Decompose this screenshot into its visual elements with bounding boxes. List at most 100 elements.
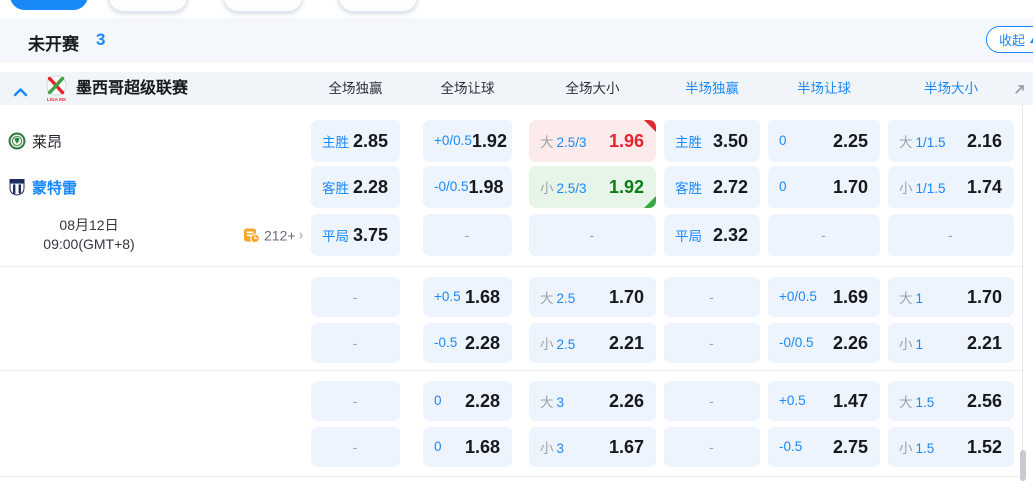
odds-cell[interactable]: +0.5 1.47 <box>768 381 880 421</box>
column-header[interactable]: 半场让球 <box>768 72 880 105</box>
odds-cell[interactable]: - <box>423 214 512 256</box>
odds-empty-dash: - <box>352 393 358 409</box>
odds-value: 2.28 <box>352 176 388 197</box>
odds-cell[interactable]: +0/0.5 1.92 <box>423 120 512 162</box>
odds-cell[interactable]: 0 2.25 <box>768 120 880 162</box>
pin-arrow-icon[interactable] <box>1014 82 1026 100</box>
odds-cell[interactable]: 小 2.5 2.21 <box>529 323 656 363</box>
odds-cell[interactable]: - <box>311 323 400 363</box>
odds-cell[interactable]: 小 3 1.67 <box>529 427 656 467</box>
odds-row: - -0.5 2.28 小 2.5 2.21- -0/0.5 2.26 小 1 2.21 <box>0 323 1033 363</box>
odds-cell[interactable]: - <box>664 381 760 421</box>
odds-cell[interactable]: 大 3 2.26 <box>529 381 656 421</box>
odds-value: 2.21 <box>608 332 644 353</box>
odds-empty-dash: - <box>709 335 714 351</box>
top-tab-pill[interactable] <box>223 0 303 12</box>
odds-cell[interactable]: -0.5 2.75 <box>768 427 880 467</box>
odds-cell[interactable]: - <box>311 381 400 421</box>
odds-handicap-label: 0 <box>434 392 442 410</box>
column-header[interactable]: 全场独赢 <box>311 72 400 105</box>
section-divider <box>0 266 1022 267</box>
odds-line-label: 2.5/3 <box>556 180 587 196</box>
collapse-button-label: 收起 <box>999 33 1026 48</box>
odds-cell[interactable]: -0/0.5 2.26 <box>768 323 880 363</box>
odds-empty-dash: - <box>352 289 358 305</box>
odds-handicap-label: +0/0.5 <box>434 132 472 150</box>
odds-cell[interactable]: - <box>664 277 760 317</box>
odds-empty-dash: - <box>709 439 714 455</box>
column-header[interactable]: 半场独赢 <box>664 72 760 105</box>
odds-cell[interactable]: +0.5 1.68 <box>423 277 512 317</box>
odds-line-label: -0.5 <box>779 439 803 454</box>
odds-cell[interactable]: 0 1.70 <box>768 166 880 208</box>
odds-cell[interactable]: - <box>888 214 1014 256</box>
odds-cell[interactable]: 主胜 2.85 <box>311 120 400 162</box>
column-header[interactable]: 全场让球 <box>423 72 512 105</box>
odds-cell[interactable]: 大 1 1.70 <box>888 277 1014 317</box>
odds-value: 3.50 <box>712 130 748 151</box>
odds-cell[interactable]: 平局 2.32 <box>664 214 760 256</box>
home-team: 莱昂 <box>8 120 62 162</box>
top-tab-pill-active[interactable] <box>10 0 88 10</box>
odds-value: 2.28 <box>464 390 500 411</box>
column-header[interactable]: 全场大小 <box>529 72 656 105</box>
odds-cell[interactable]: - <box>529 214 656 256</box>
odds-cell[interactable]: 小 1.5 1.52 <box>888 427 1014 467</box>
odds-cell[interactable]: 客胜 2.28 <box>311 166 400 208</box>
odds-cell[interactable]: 客胜 2.72 <box>664 166 760 208</box>
odds-line-label: 2.5 <box>556 336 576 352</box>
odds-value: 1.68 <box>464 286 500 307</box>
odds-handicap-label: 0 <box>434 438 442 456</box>
odds-value: 1.47 <box>832 390 868 411</box>
odds-cell[interactable]: -0/0.5 1.98 <box>423 166 512 208</box>
odds-value: 1.52 <box>966 436 1002 457</box>
odds-handicap-label: -0/0.5 <box>779 334 814 352</box>
more-markets-link[interactable]: 212+ › <box>243 227 304 244</box>
odds-cell[interactable]: +0/0.5 1.69 <box>768 277 880 317</box>
vertical-scrollbar-thumb[interactable] <box>1020 450 1026 481</box>
odds-value: 2.72 <box>712 176 748 197</box>
odds-cell[interactable]: - <box>768 214 880 256</box>
odds-handicap-label: 大 1/1.5 <box>899 131 946 152</box>
odds-handicap-label: 客胜 <box>675 177 702 198</box>
odds-cell[interactable]: - <box>664 323 760 363</box>
odds-value: 2.56 <box>966 390 1002 411</box>
odds-direction-label: 大 <box>899 290 913 306</box>
odds-cell[interactable]: 大 2.5 1.70 <box>529 277 656 317</box>
odds-cell[interactable]: 小 1 2.21 <box>888 323 1014 363</box>
odds-value: 1.92 <box>471 130 507 151</box>
section-divider <box>0 370 1022 371</box>
odds-handicap-label: 大3 <box>540 391 564 412</box>
collapse-button[interactable]: 收起 <box>986 26 1033 53</box>
odds-line-label: 1.5 <box>915 394 935 410</box>
odds-cell[interactable]: 平局 3.75 <box>311 214 400 256</box>
odds-cell[interactable]: -0.5 2.28 <box>423 323 512 363</box>
odds-cell[interactable]: - <box>664 427 760 467</box>
column-header[interactable]: 半场大小 <box>888 72 1014 105</box>
odds-direction-label: 大 <box>540 290 554 306</box>
odds-line-label: 主胜 <box>322 134 349 150</box>
odds-cell[interactable]: 小 2.5/3 1.92 <box>529 166 656 208</box>
odds-cell[interactable]: 0 1.68 <box>423 427 512 467</box>
top-tab-pill[interactable] <box>338 0 418 12</box>
odds-cell[interactable]: 大 2.5/3 1.96 <box>529 120 656 162</box>
odds-cell[interactable]: - <box>311 427 400 467</box>
chevron-up-icon[interactable] <box>13 84 28 102</box>
odds-cell[interactable]: 大 1.5 2.56 <box>888 381 1014 421</box>
odds-cell[interactable]: 小 1/1.5 1.74 <box>888 166 1014 208</box>
odds-row: 08月12日 09:00(GMT+8) 212+ › 平局 3.75- - 平局 2.32- - <box>0 214 1033 256</box>
odds-value: 2.32 <box>712 224 748 245</box>
odds-value: 2.26 <box>832 332 868 353</box>
odds-cell[interactable]: 主胜 3.50 <box>664 120 760 162</box>
odds-direction-label: 小 <box>540 440 554 456</box>
odds-cell[interactable]: 0 2.28 <box>423 381 512 421</box>
odds-cell[interactable]: 大 1/1.5 2.16 <box>888 120 1014 162</box>
odds-line-label: +0.5 <box>779 393 806 408</box>
top-tab-pill[interactable] <box>108 0 188 12</box>
odds-empty-dash: - <box>352 335 358 351</box>
odds-handicap-label: 小 1/1.5 <box>899 177 946 198</box>
odds-line-label: -0/0.5 <box>779 335 814 350</box>
chevron-right-icon: › <box>298 226 304 244</box>
odds-handicap-label: 大 2.5/3 <box>540 131 587 152</box>
odds-cell[interactable]: - <box>311 277 400 317</box>
